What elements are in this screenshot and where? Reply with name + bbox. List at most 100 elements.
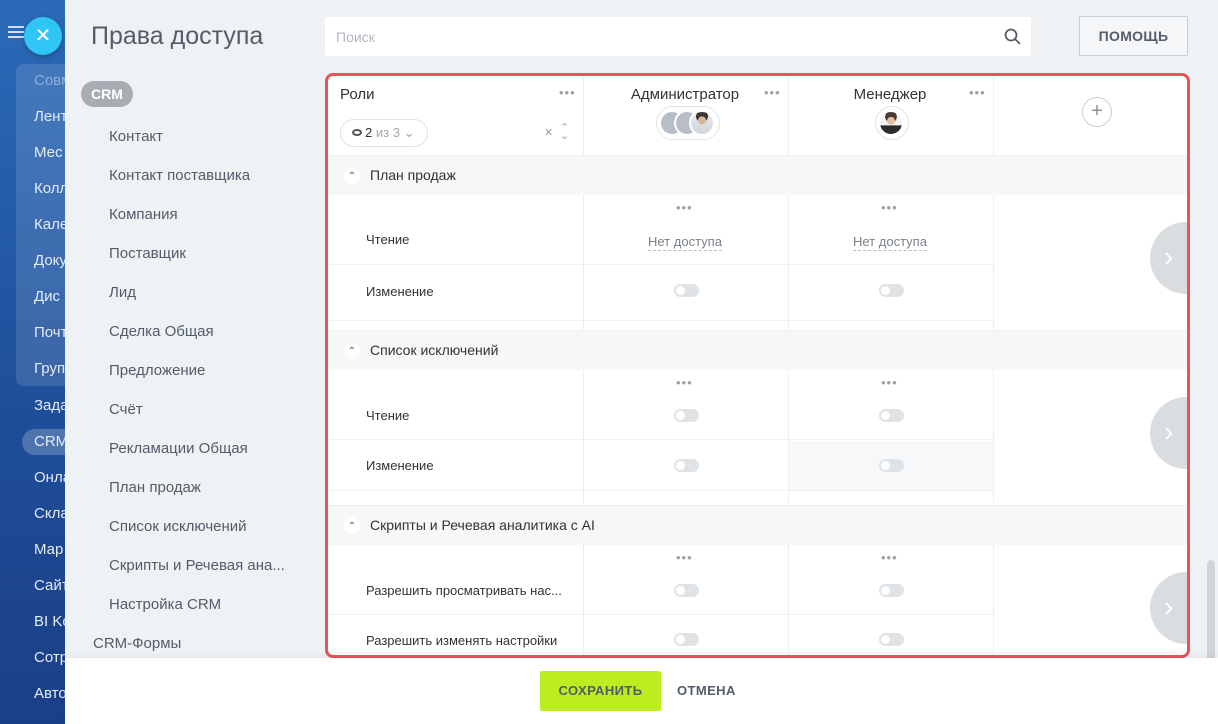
column-menu-icon[interactable]: ••• bbox=[676, 551, 693, 564]
sidebar-item-supplier-contact[interactable]: Контакт поставщика bbox=[109, 167, 250, 184]
search-placeholder: Поиск bbox=[336, 29, 375, 45]
sidebar-section-crm[interactable]: CRM bbox=[81, 81, 133, 107]
permission-toggle[interactable] bbox=[879, 584, 904, 597]
menu-item[interactable]: Мар bbox=[34, 541, 63, 558]
row-label: Чтение bbox=[366, 232, 410, 247]
help-button[interactable]: ПОМОЩЬ bbox=[1079, 16, 1188, 56]
roles-header: Роли bbox=[340, 86, 375, 103]
access-value[interactable]: Нет доступа bbox=[648, 234, 722, 251]
close-slider-button[interactable]: ✕ bbox=[24, 17, 62, 55]
access-value[interactable]: Нет доступа bbox=[853, 234, 927, 251]
role-members-manager[interactable] bbox=[875, 106, 909, 140]
column-menu-icon[interactable]: ••• bbox=[881, 551, 898, 564]
column-menu-icon[interactable]: ••• bbox=[676, 201, 693, 214]
sidebar-item-crm-forms[interactable]: CRM-Формы bbox=[93, 635, 181, 652]
chevron-right-icon: › bbox=[1164, 591, 1174, 622]
sidebar-item-sales-plan[interactable]: План продаж bbox=[109, 479, 201, 496]
scroll-right-button[interactable]: › bbox=[1150, 397, 1187, 469]
scroll-right-button[interactable]: › bbox=[1150, 572, 1187, 644]
permissions-table: Роли ••• 2 из 3 ⌄ ✕ ⌃ ⌄ Администратор •••… bbox=[325, 73, 1190, 658]
permission-toggle[interactable] bbox=[674, 284, 699, 297]
section-header[interactable]: ⌃ План продаж bbox=[328, 155, 1187, 195]
menu-item[interactable]: Сайт bbox=[34, 577, 69, 594]
section-header[interactable]: ⌃ Список исключений bbox=[328, 330, 1187, 370]
permission-toggle[interactable] bbox=[879, 284, 904, 297]
column-menu-icon[interactable]: ••• bbox=[881, 201, 898, 214]
sidebar-item-lead[interactable]: Лид bbox=[109, 284, 136, 301]
portal-left-menu: Совм Лент Мес Колл Кале Доку Дис Почт Гр… bbox=[0, 0, 82, 724]
row-label: Разрешить просматривать нас... bbox=[366, 583, 562, 598]
sidebar-item-scripts[interactable]: Скрипты и Речевая ана... bbox=[109, 557, 285, 574]
section-header[interactable]: ⌃ Скрипты и Речевая аналитика с AI bbox=[328, 505, 1187, 545]
role-menu-icon[interactable]: ••• bbox=[764, 86, 781, 99]
roles-visibility-counter[interactable]: 2 из 3 ⌄ bbox=[340, 119, 428, 147]
permission-toggle[interactable] bbox=[879, 459, 904, 472]
eye-icon bbox=[352, 129, 362, 136]
save-button[interactable]: СОХРАНИТЬ bbox=[540, 671, 661, 711]
chevron-up-icon[interactable]: ⌃ bbox=[344, 343, 360, 359]
row-label: Разрешить изменять настройки bbox=[366, 633, 558, 648]
menu-item[interactable]: Сотр bbox=[34, 649, 68, 666]
page-title: Права доступа bbox=[91, 22, 264, 50]
collapse-all-icon[interactable]: ✕ bbox=[544, 126, 553, 139]
sidebar-item-company[interactable]: Компания bbox=[109, 206, 178, 223]
avatar bbox=[689, 110, 715, 136]
search-icon[interactable] bbox=[1004, 28, 1021, 45]
sidebar-item-claims[interactable]: Рекламации Общая bbox=[109, 440, 248, 457]
section-title: Список исключений bbox=[370, 342, 499, 358]
sidebar-item-deal[interactable]: Сделка Общая bbox=[109, 323, 214, 340]
menu-item[interactable]: Мес bbox=[34, 144, 63, 161]
sidebar-item-invoice[interactable]: Счёт bbox=[109, 401, 143, 418]
permission-toggle[interactable] bbox=[674, 409, 699, 422]
permission-toggle[interactable] bbox=[674, 459, 699, 472]
role-menu-icon[interactable]: ••• bbox=[969, 86, 986, 99]
menu-item[interactable]: Почт bbox=[34, 324, 67, 341]
chevron-up-icon[interactable]: ⌃ bbox=[344, 518, 360, 534]
menu-item[interactable]: Скла bbox=[34, 505, 69, 522]
add-role-button[interactable]: + bbox=[1082, 97, 1112, 127]
permission-toggle[interactable] bbox=[879, 409, 904, 422]
menu-item[interactable]: Дис bbox=[34, 288, 60, 305]
roles-menu-icon[interactable]: ••• bbox=[559, 86, 576, 99]
search-input[interactable]: Поиск bbox=[325, 17, 1031, 56]
row-label: Изменение bbox=[366, 284, 434, 299]
row-label: Изменение bbox=[366, 458, 434, 473]
menu-item[interactable]: Авто bbox=[34, 685, 67, 702]
counter-of: из 3 bbox=[375, 125, 400, 140]
close-icon: ✕ bbox=[34, 25, 52, 47]
avatar bbox=[878, 110, 904, 136]
sidebar-item-exclusions[interactable]: Список исключений bbox=[109, 518, 247, 535]
menu-item[interactable]: Зада bbox=[34, 397, 69, 414]
plus-icon: + bbox=[1091, 100, 1103, 122]
sidebar-item-contact[interactable]: Контакт bbox=[109, 128, 163, 145]
menu-item[interactable]: Лент bbox=[34, 108, 67, 125]
sidebar-item-quote[interactable]: Предложение bbox=[109, 362, 205, 379]
menu-item-crm[interactable]: CRM bbox=[34, 433, 68, 450]
sidebar-item-supplier[interactable]: Поставщик bbox=[109, 245, 186, 262]
permission-toggle[interactable] bbox=[674, 633, 699, 646]
chevron-right-icon: › bbox=[1164, 241, 1174, 272]
menu-item[interactable]: Груп bbox=[34, 360, 65, 377]
footer-bar: СОХРАНИТЬ ОТМЕНА bbox=[65, 658, 1218, 724]
expand-all-icon[interactable]: ⌃ ⌄ bbox=[560, 123, 569, 142]
section-title: План продаж bbox=[370, 167, 456, 183]
sidebar-item-crm-settings[interactable]: Настройка CRM bbox=[109, 596, 221, 613]
permission-toggle[interactable] bbox=[879, 633, 904, 646]
chevron-right-icon: › bbox=[1164, 416, 1174, 447]
role-members-administrator[interactable] bbox=[656, 106, 720, 140]
scroll-right-button[interactable]: › bbox=[1150, 222, 1187, 294]
menu-item[interactable]: Кале bbox=[34, 216, 68, 233]
column-menu-icon[interactable]: ••• bbox=[676, 376, 693, 389]
column-menu-icon[interactable]: ••• bbox=[881, 376, 898, 389]
role-header-administrator[interactable]: Администратор bbox=[585, 86, 785, 103]
menu-item[interactable]: Колл bbox=[34, 180, 68, 197]
cancel-button[interactable]: ОТМЕНА bbox=[677, 671, 736, 711]
chevron-down-icon: ⌄ bbox=[403, 125, 415, 140]
access-rights-panel: Права доступа Поиск ПОМОЩЬ CRM Контакт К… bbox=[65, 0, 1218, 724]
chevron-up-icon[interactable]: ⌃ bbox=[344, 168, 360, 184]
counter-shown: 2 bbox=[365, 125, 373, 140]
permission-toggle[interactable] bbox=[674, 584, 699, 597]
hamburger-icon[interactable] bbox=[8, 26, 24, 38]
menu-item[interactable]: Доку bbox=[34, 252, 67, 269]
role-header-manager[interactable]: Менеджер bbox=[790, 86, 990, 103]
